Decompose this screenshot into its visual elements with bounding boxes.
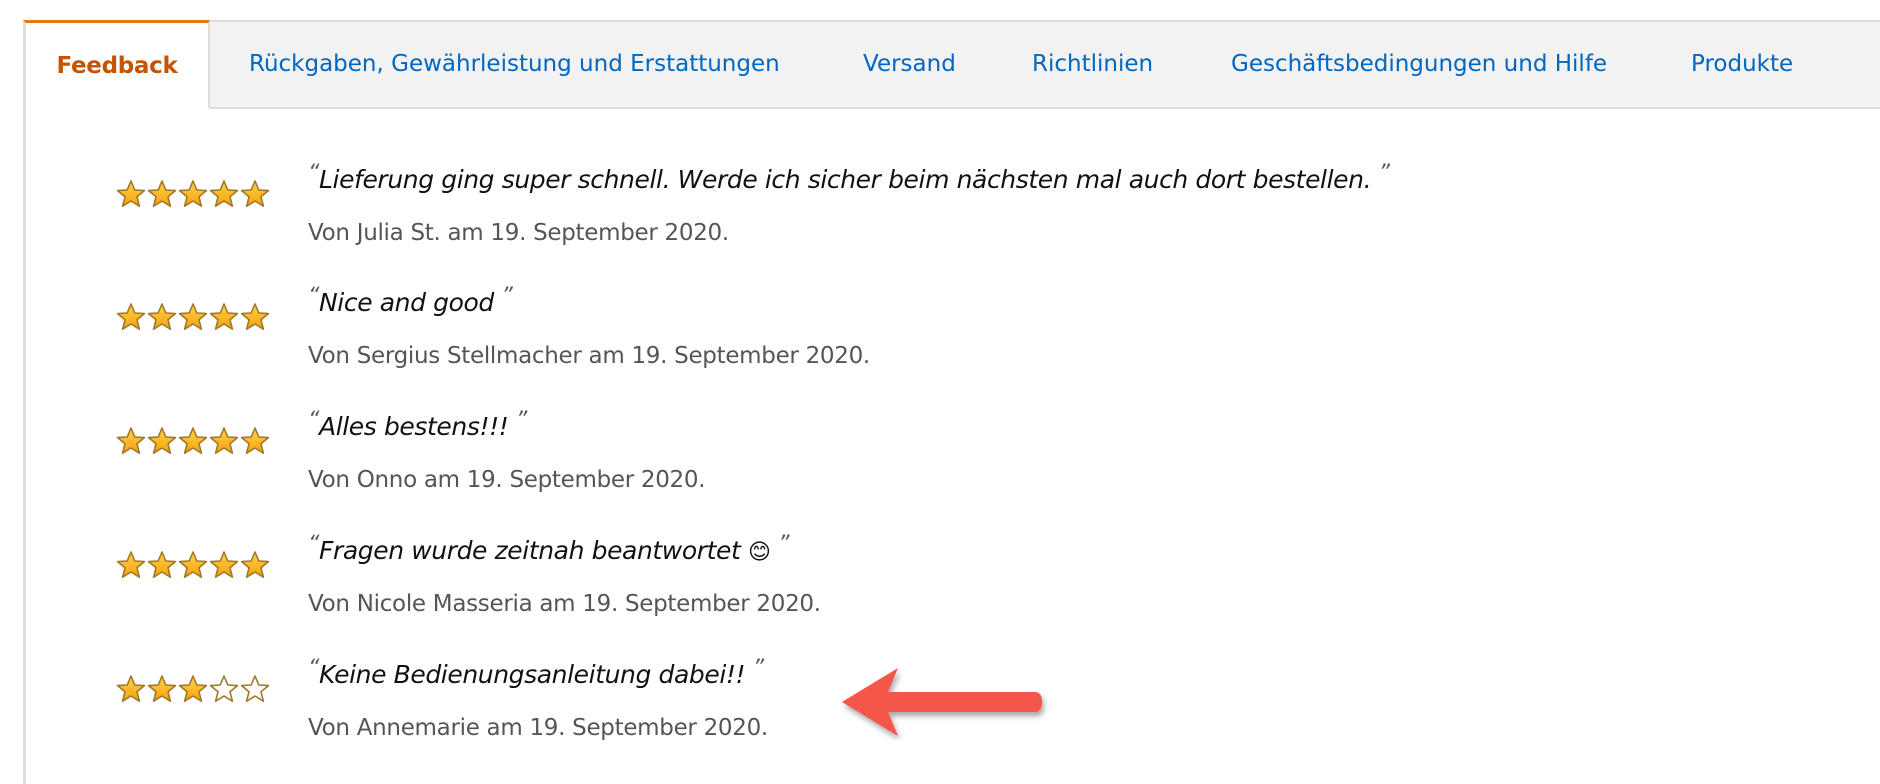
star-filled-icon [147,427,177,454]
tab-bar: Feedback Rückgaben, Gewährleistung und E… [23,20,1880,109]
review-text: “Lieferung ging super schnell. Werde ich… [308,161,1390,194]
open-quote: “ [308,161,319,186]
star-filled-icon [147,303,177,330]
smiley-emoji-icon: 😊 [747,540,771,565]
left-arrow-icon [842,668,1042,736]
open-quote: “ [308,284,319,309]
star-filled-icon [178,427,208,454]
review-comment: Alles bestens!!! [319,412,509,441]
star-filled-icon [240,427,270,454]
star-filled-icon [178,551,208,578]
star-filled-icon [116,551,146,578]
star-filled-icon [178,675,208,702]
annotation-arrow-icon [842,668,1042,736]
review-comment: Fragen wurde zeitnah beantwortet [319,536,741,565]
star-filled-icon [178,303,208,330]
review-text: “Fragen wurde zeitnah beantwortet 😊 ” [308,532,789,565]
star-filled-icon [209,427,239,454]
star-empty-icon [240,675,270,702]
close-quote: ” [501,284,513,309]
open-quote: “ [308,656,319,681]
star-filled-icon [240,551,270,578]
star-filled-icon [240,303,270,330]
close-quote: ” [778,532,790,557]
star-empty-icon [209,675,239,702]
review-byline: Von Onno am 19. September 2020. [308,467,706,493]
tab-terms-and-help[interactable]: Geschäftsbedingungen und Hilfe [1231,20,1607,108]
star-filled-icon [209,551,239,578]
review-byline: Von Nicole Masseria am 19. September 202… [308,591,821,617]
star-rating [116,302,270,332]
star-filled-icon [116,675,146,702]
star-rating [116,179,270,209]
open-quote: “ [308,408,319,433]
review-text: “Nice and good ” [308,284,513,317]
review-byline: Von Annemarie am 19. September 2020. [308,715,768,741]
star-filled-icon [116,427,146,454]
tab-shipping[interactable]: Versand [863,20,956,108]
star-filled-icon [147,180,177,207]
star-rating [116,426,270,456]
star-filled-icon [209,180,239,207]
star-filled-icon [147,675,177,702]
close-quote: ” [1378,161,1390,186]
star-filled-icon [116,180,146,207]
review-text: “Keine Bedienungsanleitung dabei!! ” [308,656,764,689]
review-comment: Nice and good [319,288,494,317]
tab-feedback[interactable]: Feedback [23,20,210,108]
review-text: “Alles bestens!!! ” [308,408,527,441]
star-filled-icon [178,180,208,207]
tab-products[interactable]: Produkte [1691,20,1793,108]
star-rating [116,550,270,580]
review-byline: Von Julia St. am 19. September 2020. [308,220,729,246]
tab-policies[interactable]: Richtlinien [1032,20,1153,108]
star-rating [116,674,270,704]
star-filled-icon [147,551,177,578]
review-comment: Keine Bedienungsanleitung dabei!! [319,660,746,689]
open-quote: “ [308,532,319,557]
close-quote: ” [515,408,527,433]
star-filled-icon [116,303,146,330]
review-comment: Lieferung ging super schnell. Werde ich … [319,165,1372,194]
star-filled-icon [240,180,270,207]
star-filled-icon [209,303,239,330]
close-quote: ” [752,656,764,681]
review-byline: Von Sergius Stellmacher am 19. September… [308,343,870,369]
tab-returns-warranty-refunds[interactable]: Rückgaben, Gewährleistung und Erstattung… [249,20,780,108]
